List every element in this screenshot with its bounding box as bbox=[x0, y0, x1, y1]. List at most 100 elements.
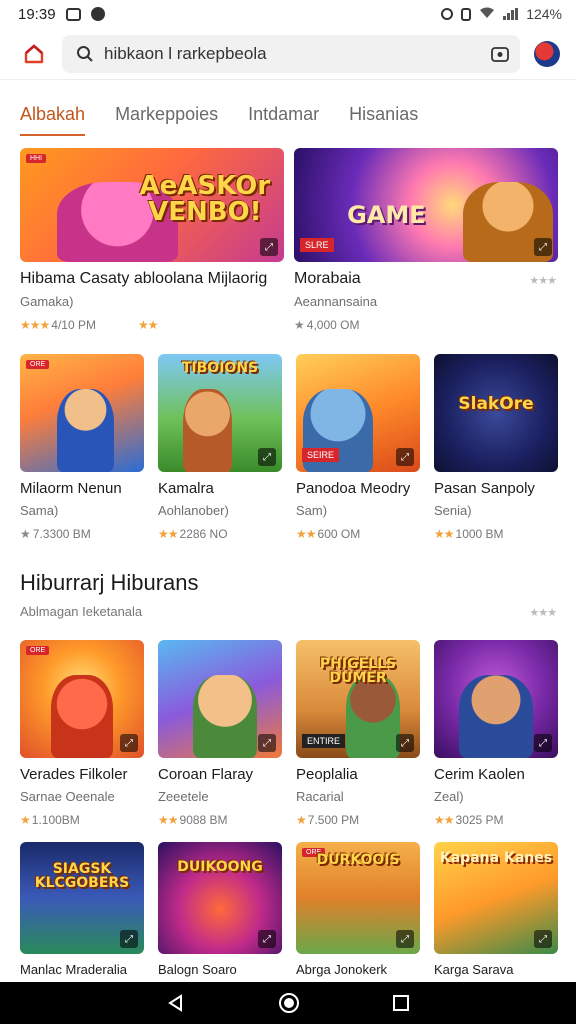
character-figure bbox=[192, 675, 258, 758]
card-subtitle: Sarnae Oeenale bbox=[20, 789, 115, 804]
game-thumbnail: SlakOre bbox=[434, 354, 558, 472]
game-thumbnail: ⤢ bbox=[434, 640, 558, 758]
card-rating: ★★ 9088 BM bbox=[158, 813, 228, 827]
thumbnail-title: Kapana Kanes bbox=[439, 849, 553, 866]
camera-icon[interactable] bbox=[490, 45, 510, 63]
star-icon: ★★ bbox=[137, 318, 158, 332]
game-grid-row: ORE Milaorm Nenun Sama) ★ 7.3300 BM TIBO… bbox=[20, 354, 558, 541]
card-rating: ★★ 2286 NO bbox=[158, 527, 228, 541]
card-subtitle: Racarial bbox=[296, 789, 344, 804]
expand-icon[interactable]: ⤢ bbox=[258, 448, 276, 466]
character-figure bbox=[458, 675, 534, 758]
card-rating: ★ 7.500 PM bbox=[296, 813, 360, 827]
card-title: Hibama Casaty abloolana Mijlaorig bbox=[20, 270, 268, 287]
thumbnail-title: SIAGSK KLCGOBERS bbox=[34, 861, 130, 892]
featured-card[interactable]: GAME SLRE ⤢ Morabaia Aeannansaina ★ 4,00… bbox=[294, 148, 558, 332]
game-thumbnail: ORE DURKOOIS ⤢ bbox=[296, 842, 420, 954]
card-title: Morabaia bbox=[294, 270, 361, 287]
badge: ORE bbox=[26, 646, 50, 655]
rating-stars-icon: ★★★ bbox=[529, 607, 557, 619]
game-thumbnail: ORE bbox=[20, 354, 144, 472]
search-icon bbox=[77, 45, 93, 62]
expand-icon[interactable]: ⤢ bbox=[396, 930, 414, 948]
search-query: hibkaon l rarkepbeola bbox=[104, 43, 267, 63]
category-tabs: Albakah Markeppoies Intdamar Hisanias bbox=[20, 96, 556, 136]
character-figure bbox=[182, 389, 233, 472]
tab-albakah[interactable]: Albakah bbox=[20, 96, 86, 136]
thumbnail-title: TIBOIONS bbox=[181, 360, 259, 377]
game-card[interactable]: SlakOre Pasan Sanpoly Senia) ★★ 1000 BM bbox=[434, 354, 558, 541]
home-icon bbox=[24, 43, 44, 63]
tab-intdamar[interactable]: Intdamar bbox=[248, 96, 319, 136]
game-card[interactable]: Kapana Kanes ⤢ Karga Sarava bbox=[434, 842, 558, 977]
game-card[interactable]: ⤢ Coroan Flaray Zeeetele ★★ 9088 BM bbox=[158, 640, 282, 827]
game-card[interactable]: DUIKOONG ⤢ Balogn Soaro bbox=[158, 842, 282, 977]
search-input[interactable]: hibkaon l rarkepbeola bbox=[62, 34, 520, 73]
star-icon: ★★ bbox=[434, 527, 454, 541]
thumbnail-title: SlakOre bbox=[458, 394, 534, 415]
back-icon[interactable] bbox=[166, 993, 186, 1013]
badge: SEIRE bbox=[302, 448, 340, 462]
card-subtitle: Senia) bbox=[434, 503, 472, 518]
featured-card[interactable]: AeASKOr VENBO! HHI ⤢ Hibama Casaty abloo… bbox=[20, 148, 284, 332]
status-time: 19:39 bbox=[18, 5, 56, 23]
card-title: Verades Filkoler bbox=[20, 766, 128, 783]
star-icon: ★ bbox=[20, 813, 31, 827]
system-nav-bar bbox=[0, 982, 576, 1024]
expand-icon[interactable]: ⤢ bbox=[258, 930, 276, 948]
card-rating: ★ 7.3300 BM bbox=[20, 527, 91, 541]
game-card[interactable]: PHIGELLS DUMER ENTIRE ⤢ Peoplalia Racari… bbox=[296, 640, 420, 827]
game-card[interactable]: TIBOIONS ⤢ Kamalra Aohlanober) ★★ 2286 N… bbox=[158, 354, 282, 541]
recents-icon[interactable] bbox=[392, 994, 410, 1012]
character-figure bbox=[345, 675, 401, 758]
card-subtitle: Zeal) bbox=[434, 789, 464, 804]
badge: ENTIRE bbox=[302, 734, 346, 748]
expand-icon[interactable]: ⤢ bbox=[120, 734, 138, 752]
expand-icon[interactable]: ⤢ bbox=[258, 734, 276, 752]
card-rating: ★ 4,000 OM bbox=[294, 318, 360, 332]
game-card[interactable]: ⤢ Cerim Kaolen Zeal) ★★ 3025 PM bbox=[434, 640, 558, 827]
rating-stars-icon: ★★★ bbox=[529, 275, 557, 287]
card-title: Milaorm Nenun bbox=[20, 480, 122, 497]
expand-icon[interactable]: ⤢ bbox=[260, 238, 278, 256]
star-icon: ★ bbox=[294, 318, 305, 332]
avatar[interactable] bbox=[534, 40, 560, 67]
app-notification-icon bbox=[90, 7, 105, 21]
home-nav-icon[interactable] bbox=[278, 992, 300, 1014]
section-title: Hiburrarj Hiburans bbox=[20, 570, 199, 595]
expand-icon[interactable]: ⤢ bbox=[396, 448, 414, 466]
expand-icon[interactable]: ⤢ bbox=[396, 734, 414, 752]
game-card[interactable]: ORE DURKOOIS ⤢ Abrga Jonokerk bbox=[296, 842, 420, 977]
vibrate-icon bbox=[461, 7, 472, 21]
expand-icon[interactable]: ⤢ bbox=[534, 734, 552, 752]
thumbnail-title: PHIGELLS DUMER bbox=[319, 655, 397, 686]
card-title: Karga Sarava bbox=[434, 962, 514, 977]
card-subtitle: Sama) bbox=[20, 503, 59, 518]
battery-text: 124% bbox=[526, 6, 562, 22]
game-thumbnail: ⤢ bbox=[158, 640, 282, 758]
tab-markeppoies[interactable]: Markeppoies bbox=[115, 96, 218, 136]
badge: ORE bbox=[26, 360, 50, 369]
tab-hisanias[interactable]: Hisanias bbox=[349, 96, 418, 136]
card-subtitle: Aeannansaina bbox=[294, 294, 378, 309]
badge: HHI bbox=[26, 154, 47, 163]
expand-icon[interactable]: ⤢ bbox=[534, 238, 552, 256]
status-bar: 19:39 124% bbox=[0, 0, 576, 28]
game-thumbnail: TIBOIONS ⤢ bbox=[158, 354, 282, 472]
card-rating: ★ 1.100BM bbox=[20, 813, 80, 827]
game-card[interactable]: SEIRE ⤢ Panodoa Meodry Sam) ★★ 600 OM bbox=[296, 354, 420, 541]
game-card[interactable]: SIAGSK KLCGOBERS ⤢ Manlac Mraderalia bbox=[20, 842, 144, 977]
home-button[interactable] bbox=[20, 40, 48, 68]
signal-icon bbox=[503, 8, 519, 20]
expand-icon[interactable]: ⤢ bbox=[534, 930, 552, 948]
badge: SLRE bbox=[300, 238, 334, 252]
expand-icon[interactable]: ⤢ bbox=[120, 930, 138, 948]
wifi-icon bbox=[479, 6, 495, 22]
game-thumbnail: DUIKOONG ⤢ bbox=[158, 842, 282, 954]
card-rating: ★★ 600 OM bbox=[296, 527, 361, 541]
star-icon: ★★ bbox=[158, 527, 178, 541]
game-card[interactable]: ORE ⤢ Verades Filkoler Sarnae Oeenale ★ … bbox=[20, 640, 144, 827]
game-card[interactable]: ORE Milaorm Nenun Sama) ★ 7.3300 BM bbox=[20, 354, 144, 541]
featured-row: AeASKOr VENBO! HHI ⤢ Hibama Casaty abloo… bbox=[20, 148, 558, 332]
card-subtitle: Sam) bbox=[296, 503, 328, 518]
